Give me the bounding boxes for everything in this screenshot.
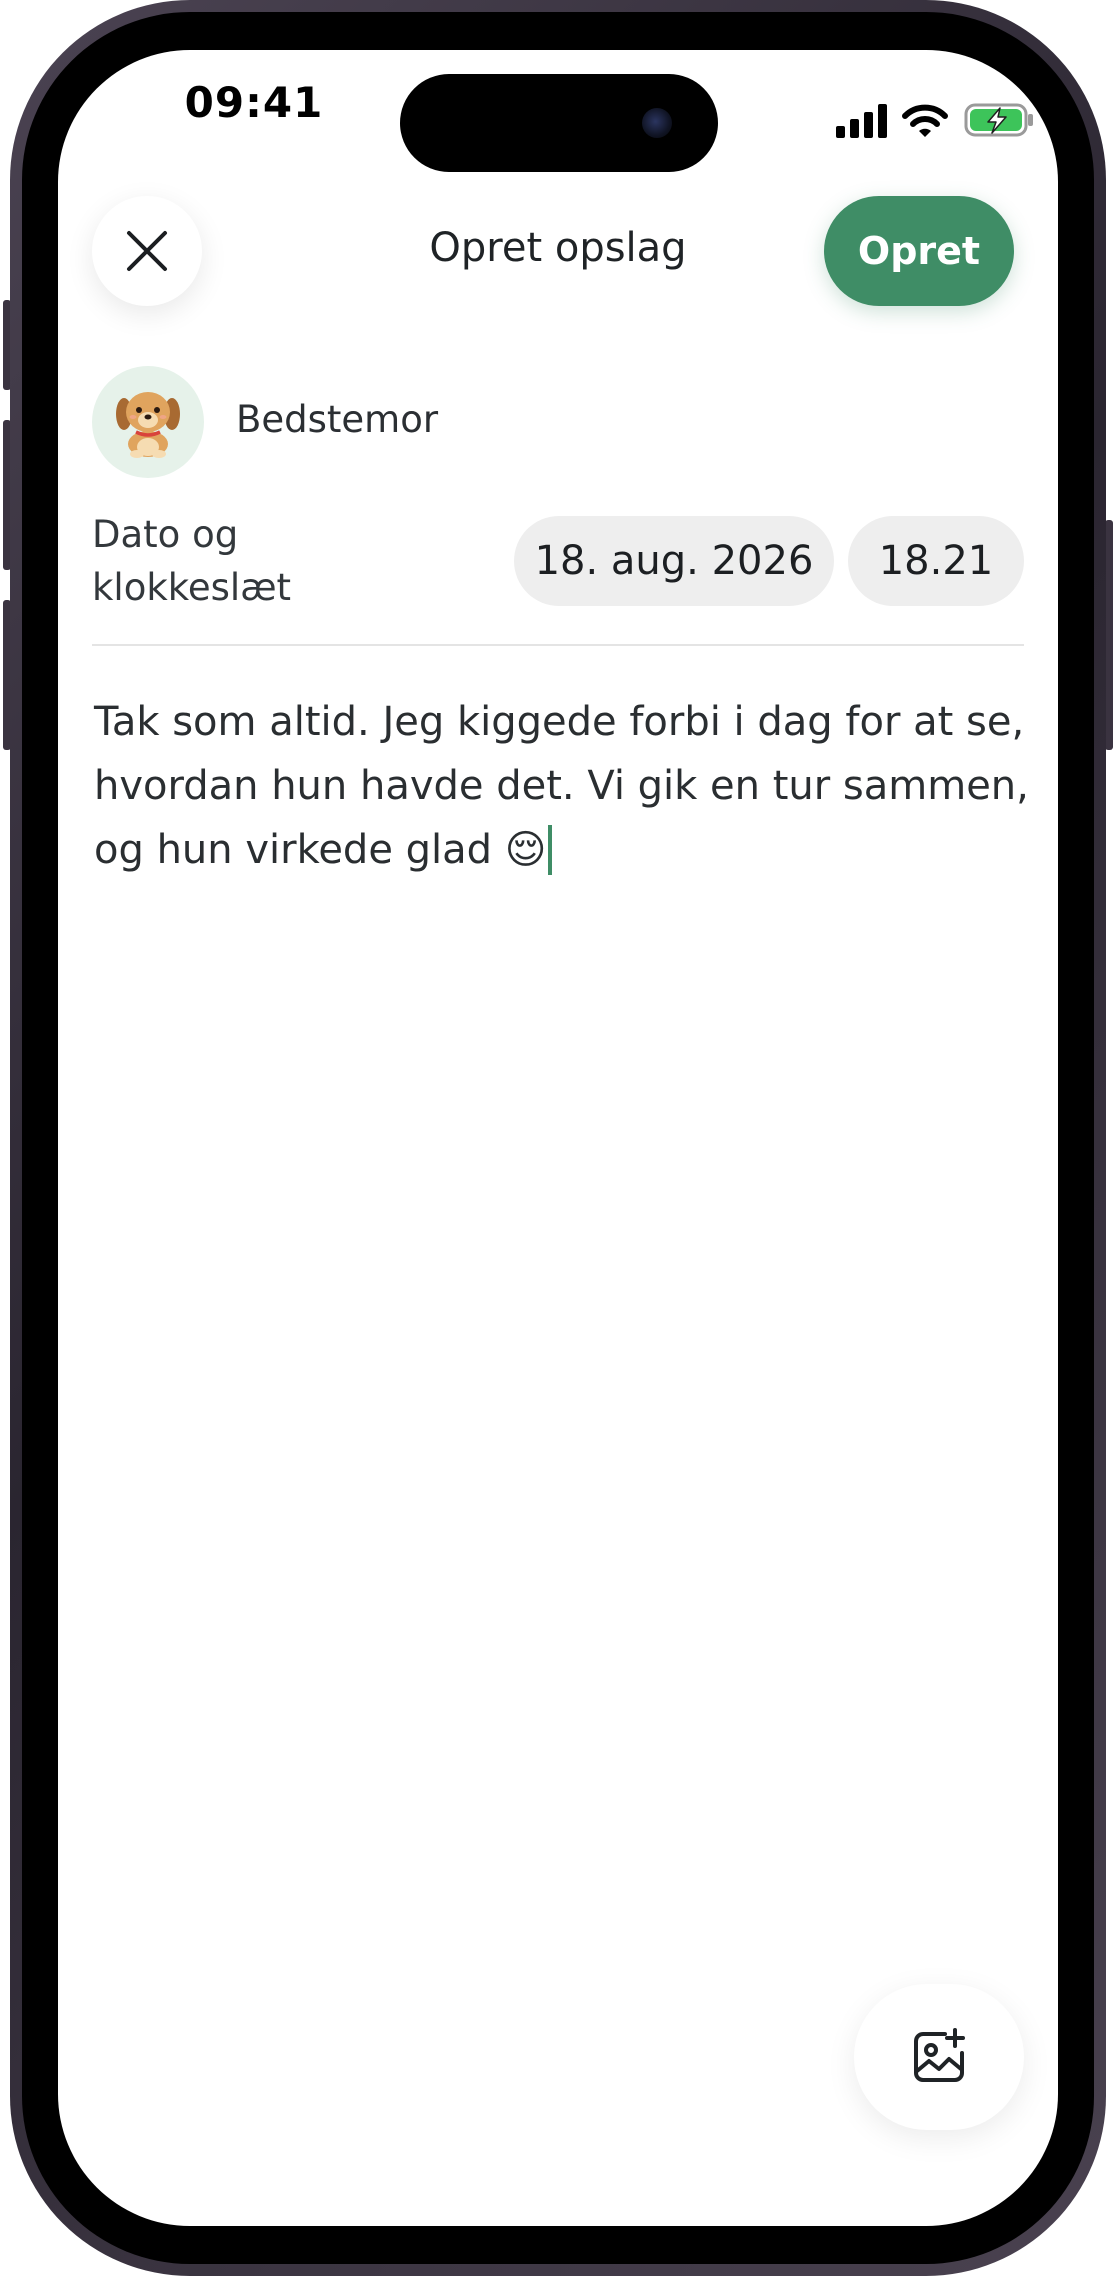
avatar[interactable] <box>92 366 204 478</box>
dynamic-island <box>400 74 718 172</box>
create-button[interactable]: Opret <box>824 196 1014 306</box>
add-photo-icon <box>914 2028 965 2082</box>
text-caret <box>548 825 553 875</box>
screen: 09:41 Opret opslag Opret Bedstemor Dato … <box>58 50 1058 2226</box>
date-picker-button[interactable]: 18. aug. 2026 <box>514 516 834 606</box>
divider <box>92 644 1024 646</box>
time-picker-button[interactable]: 18.21 <box>848 516 1024 606</box>
close-icon <box>127 231 167 271</box>
post-text-content: Tak som altid. Jeg kiggede forbi i dag f… <box>94 699 1029 873</box>
cellular-signal-icon <box>836 104 887 138</box>
power-button <box>1105 520 1113 750</box>
front-camera <box>642 108 672 138</box>
wifi-icon <box>902 104 948 137</box>
post-text-input[interactable]: Tak som altid. Jeg kiggede forbi i dag f… <box>94 690 1034 882</box>
puppy-avatar-icon <box>116 392 180 458</box>
battery-charging-icon <box>964 103 1033 137</box>
add-image-button[interactable] <box>854 1984 1024 2130</box>
author-name: Bedstemor <box>236 398 439 441</box>
close-button[interactable] <box>92 196 202 306</box>
page-title: Opret opslag <box>429 225 687 271</box>
datetime-label: Dato og klokkeslæt <box>92 513 292 609</box>
status-time: 09:41 <box>184 78 324 127</box>
